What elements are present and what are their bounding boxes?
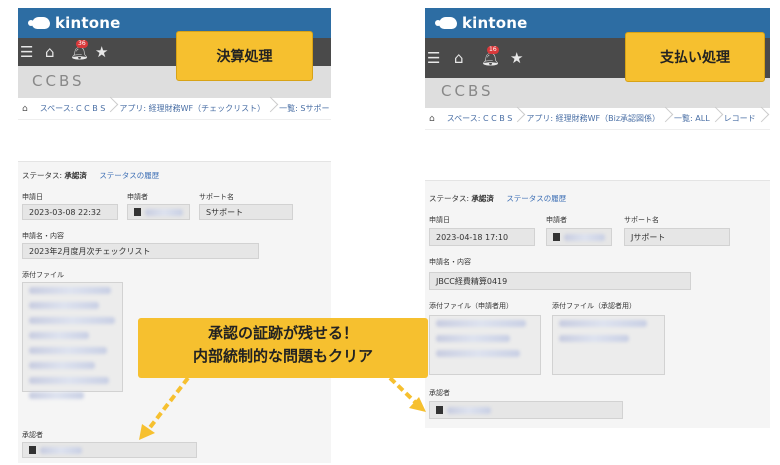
- callout-arrows: [139, 376, 426, 440]
- arrow-head-right: [409, 397, 426, 412]
- approval-callout: 承認の証跡が残せる！ 内部統制的な問題もクリア: [138, 318, 428, 378]
- callout-line-1: 承認の証跡が残せる！: [207, 324, 358, 342]
- callout-line-2: 内部統制的な問題もクリア: [192, 347, 373, 365]
